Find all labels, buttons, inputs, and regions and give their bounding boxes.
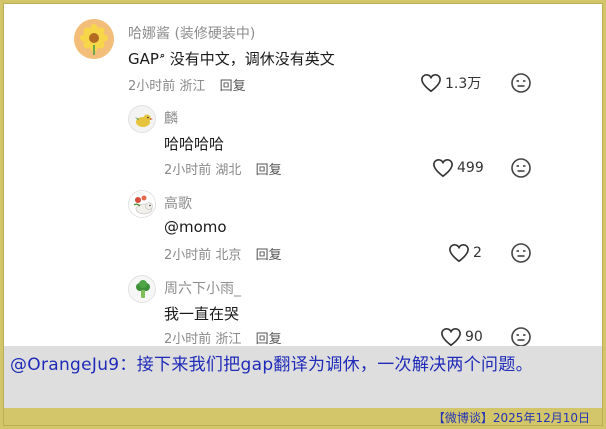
bird-icon bbox=[135, 114, 153, 127]
reply-button[interactable]: 回复 bbox=[256, 332, 282, 347]
like-count: 2 bbox=[473, 245, 482, 261]
reply-location: 北京 bbox=[215, 248, 242, 263]
like-count: 499 bbox=[457, 160, 484, 176]
reply-username[interactable]: 高歌 bbox=[164, 193, 192, 213]
comment-text-body: 没有中文，调休没有英文 bbox=[164, 50, 335, 68]
reply-meta: 2小时前 北京 回复 bbox=[164, 244, 282, 263]
reply-time: 2小时前 bbox=[164, 248, 212, 263]
footer-bar: 【微博谈】2025年12月10日 bbox=[4, 408, 602, 425]
avatar-dog-flowers[interactable] bbox=[128, 190, 156, 218]
footer-source-date: 【微博谈】2025年12月10日 bbox=[432, 411, 590, 425]
avatar-sunflower[interactable] bbox=[74, 19, 114, 59]
emoji-reaction-icon[interactable] bbox=[510, 72, 532, 94]
comment-meta: 2小时前 浙江 回复 bbox=[128, 75, 246, 94]
comment-time: 2小时前 bbox=[128, 79, 176, 94]
like-button[interactable]: 90 bbox=[440, 326, 483, 348]
reply-button[interactable]: 回复 bbox=[256, 248, 282, 263]
heart-icon bbox=[441, 327, 461, 347]
emoji-reaction-icon[interactable] bbox=[510, 326, 532, 348]
caption-banner: @OrangeJu9：接下来我们把gap翻译为调休，一次解决两个问题。 bbox=[4, 346, 602, 408]
reply-location: 浙江 bbox=[215, 332, 242, 347]
reply-button[interactable]: 回复 bbox=[220, 79, 246, 94]
reply-text: 哈哈哈哈 bbox=[164, 135, 225, 153]
reply-button[interactable]: 回复 bbox=[256, 163, 282, 178]
like-count: 90 bbox=[465, 329, 483, 345]
screenshot-frame: 哈娜酱 (装修硬装中) GAP⌕ 没有中文，调休没有英文 2小时前 浙江 回复 … bbox=[3, 3, 603, 426]
reply-meta: 2小时前 湖北 回复 bbox=[164, 159, 282, 178]
heart-icon bbox=[433, 158, 453, 178]
emoji-reaction-icon[interactable] bbox=[510, 242, 532, 264]
heart-icon bbox=[421, 73, 441, 93]
like-button[interactable]: 499 bbox=[432, 157, 484, 179]
emoji-reaction-icon[interactable] bbox=[510, 157, 532, 179]
reply-text: 我一直在哭 bbox=[164, 305, 240, 323]
reply-text: @momo bbox=[164, 218, 227, 236]
reply-location: 湖北 bbox=[215, 163, 242, 178]
avatar-broccoli[interactable] bbox=[128, 275, 156, 303]
avatar-bird[interactable] bbox=[128, 105, 156, 133]
sunflower-icon bbox=[74, 19, 114, 59]
heart-icon bbox=[449, 243, 469, 263]
comment-username[interactable]: 哈娜酱 (装修硬装中) bbox=[128, 23, 255, 43]
broccoli-icon bbox=[136, 280, 150, 298]
like-button[interactable]: 1.3万 bbox=[420, 72, 481, 94]
reply-time: 2小时前 bbox=[164, 163, 212, 178]
reply-time: 2小时前 bbox=[164, 332, 212, 347]
reply-username[interactable]: 麟 bbox=[164, 108, 178, 128]
dog-flowers-icon bbox=[133, 195, 153, 215]
comment-text: GAP⌕ 没有中文，调休没有英文 bbox=[128, 48, 335, 69]
like-button[interactable]: 2 bbox=[448, 242, 482, 264]
like-count: 1.3万 bbox=[445, 76, 482, 92]
comment-location: 浙江 bbox=[179, 79, 206, 94]
reply-username[interactable]: 周六下小雨_ bbox=[164, 278, 241, 298]
reply-meta: 2小时前 浙江 回复 bbox=[164, 328, 282, 347]
comment-text-prefix: GAP bbox=[128, 50, 159, 68]
